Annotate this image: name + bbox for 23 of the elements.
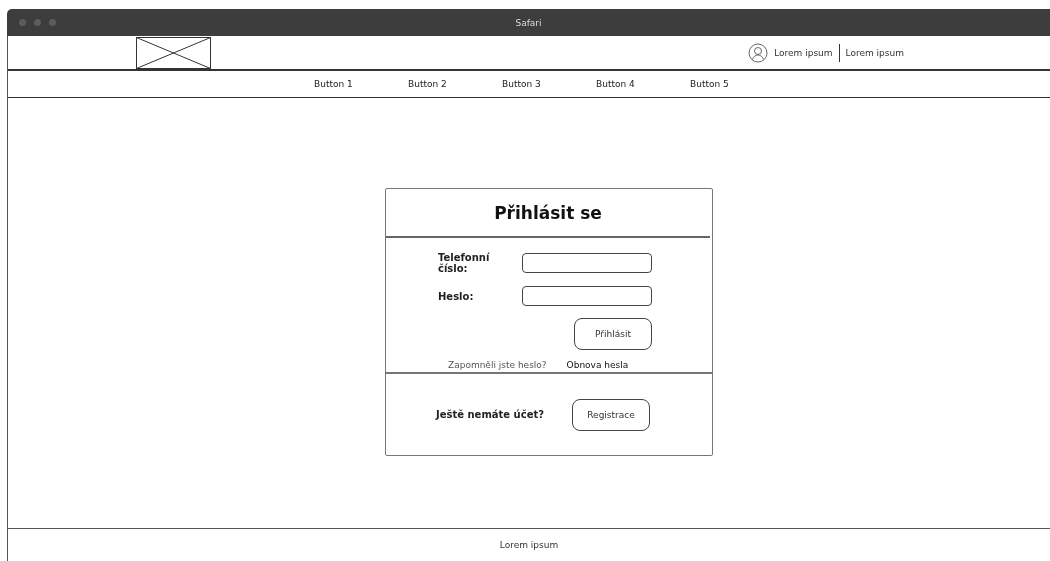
nav-button[interactable]: Button 1 <box>314 79 408 89</box>
user-link[interactable]: Lorem ipsum <box>774 47 833 58</box>
window-control[interactable] <box>19 19 26 26</box>
window-title: Safari <box>515 17 542 28</box>
window-control[interactable] <box>34 19 41 26</box>
window-control[interactable] <box>49 19 56 26</box>
input-field[interactable] <box>522 286 652 306</box>
field-label: Heslo: <box>437 290 475 302</box>
register-prompt: Ještě nemáte účet? <box>436 409 545 420</box>
password-reset-link[interactable]: Obnova hesla <box>566 360 629 370</box>
field-label: Telefonní číslo: <box>437 252 491 274</box>
register-button[interactable]: Registrace <box>572 398 651 431</box>
login-button[interactable]: Přihlásit <box>574 318 652 350</box>
nav-button[interactable]: Button 5 <box>690 79 784 89</box>
nav-button[interactable]: Button 2 <box>408 79 502 89</box>
user-link[interactable]: Lorem ipsum <box>845 47 904 58</box>
forgot-password-text: Zapomněli jste heslo? <box>448 360 547 370</box>
user-icon <box>748 42 769 63</box>
input-field[interactable] <box>522 253 652 273</box>
footer-text: Lorem ipsum <box>499 540 559 550</box>
nav-button[interactable]: Button 4 <box>596 79 690 89</box>
login-title: Přihlásit se <box>494 202 602 223</box>
nav-button[interactable]: Button 3 <box>502 79 596 89</box>
